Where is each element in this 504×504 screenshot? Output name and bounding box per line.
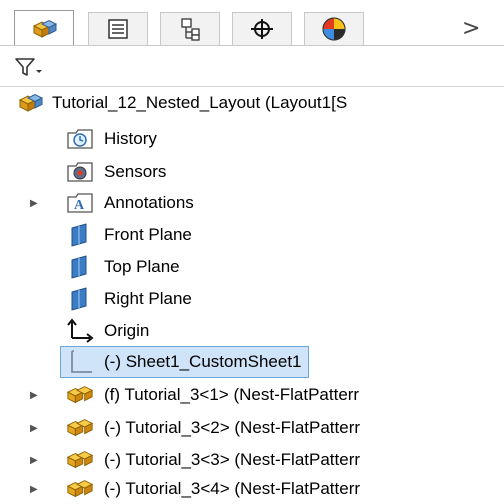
tab-propertymanager[interactable] xyxy=(88,12,148,45)
svg-text:A: A xyxy=(74,198,85,213)
tab-configurationmanager[interactable] xyxy=(160,12,220,45)
tree-root-label: Tutorial_12_Nested_Layout (Layout1[S xyxy=(52,93,348,112)
tab-divider xyxy=(0,45,504,46)
component-icon xyxy=(66,382,94,408)
configuration-manager-icon xyxy=(181,18,200,41)
expand-arrow-icon[interactable]: ▶ xyxy=(30,474,40,504)
filter-icon xyxy=(15,58,42,76)
tree-item-annotations[interactable]: A Annotations xyxy=(66,188,194,218)
sensors-icon xyxy=(66,159,94,185)
display-manager-icon xyxy=(322,17,346,41)
origin-icon xyxy=(66,318,94,344)
plane-icon xyxy=(66,286,94,312)
tree-item-label: History xyxy=(104,129,157,148)
component-icon xyxy=(66,447,94,473)
plane-icon xyxy=(66,222,94,248)
chevron-right-icon[interactable]: > xyxy=(462,16,480,41)
assembly-icon xyxy=(32,19,58,38)
tab-featuremanager[interactable] xyxy=(14,10,74,46)
tab-dimxpertmanager[interactable] xyxy=(232,12,292,45)
tree-item-label: (-) Sheet1_CustomSheet1 xyxy=(104,352,302,371)
tree-item-label: (f) Tutorial_3<1> (Nest-FlatPatterr xyxy=(104,385,360,404)
assembly-icon xyxy=(16,90,44,116)
tree-item-sensors[interactable]: Sensors xyxy=(66,157,166,187)
separator xyxy=(0,86,504,87)
tree-item-label: (-) Tutorial_3<2> (Nest-FlatPatterr xyxy=(104,418,361,437)
expand-arrow-icon[interactable]: ▶ xyxy=(30,188,40,218)
tree-item-label: Right Plane xyxy=(104,289,192,308)
tree-item-label: Top Plane xyxy=(104,257,180,276)
tree-item-top-plane[interactable]: Top Plane xyxy=(66,252,180,282)
tree-item-label: Annotations xyxy=(104,193,194,212)
tree-item-front-plane[interactable]: Front Plane xyxy=(66,220,192,250)
plane-icon xyxy=(66,254,94,280)
dimxpert-icon xyxy=(251,19,273,39)
tree-item-label: (-) Tutorial_3<3> (Nest-FlatPatterr xyxy=(104,450,361,469)
tree-item-history[interactable]: History xyxy=(66,124,157,154)
expand-arrow-icon[interactable]: ▶ xyxy=(30,445,40,475)
manager-tab-bar: > xyxy=(0,0,504,48)
tree-item-sheet1[interactable]: (-) Sheet1_CustomSheet1 xyxy=(60,346,309,378)
tree-item-component-2[interactable]: (-) Tutorial_3<2> (Nest-FlatPatterr xyxy=(66,413,360,443)
tree-item-component-1[interactable]: (f) Tutorial_3<1> (Nest-FlatPatterr xyxy=(66,380,359,410)
tab-displaymanager[interactable] xyxy=(304,12,364,45)
tree-item-right-plane[interactable]: Right Plane xyxy=(66,284,192,314)
component-icon xyxy=(66,476,94,502)
expand-arrow-icon[interactable]: ▶ xyxy=(30,380,40,410)
tree-item-label: Origin xyxy=(104,321,150,340)
component-icon xyxy=(66,415,94,441)
tree-root[interactable]: Tutorial_12_Nested_Layout (Layout1[S xyxy=(16,88,347,118)
tree-item-label: Sensors xyxy=(104,162,167,181)
tree-item-component-3[interactable]: (-) Tutorial_3<3> (Nest-FlatPatterr xyxy=(66,445,360,475)
tree-item-label: Front Plane xyxy=(104,225,192,244)
tree-item-origin[interactable]: Origin xyxy=(66,316,149,346)
tree-item-label: (-) Tutorial_3<4> (Nest-FlatPatterr xyxy=(104,479,361,498)
filter-button[interactable] xyxy=(14,52,54,82)
expand-arrow-icon[interactable]: ▶ xyxy=(30,413,40,443)
annotations-icon: A xyxy=(66,190,94,216)
history-icon xyxy=(66,126,94,152)
tree-item-component-4[interactable]: (-) Tutorial_3<4> (Nest-FlatPatterr xyxy=(66,474,360,504)
property-manager-icon xyxy=(108,19,128,39)
sheet-icon xyxy=(66,349,94,375)
